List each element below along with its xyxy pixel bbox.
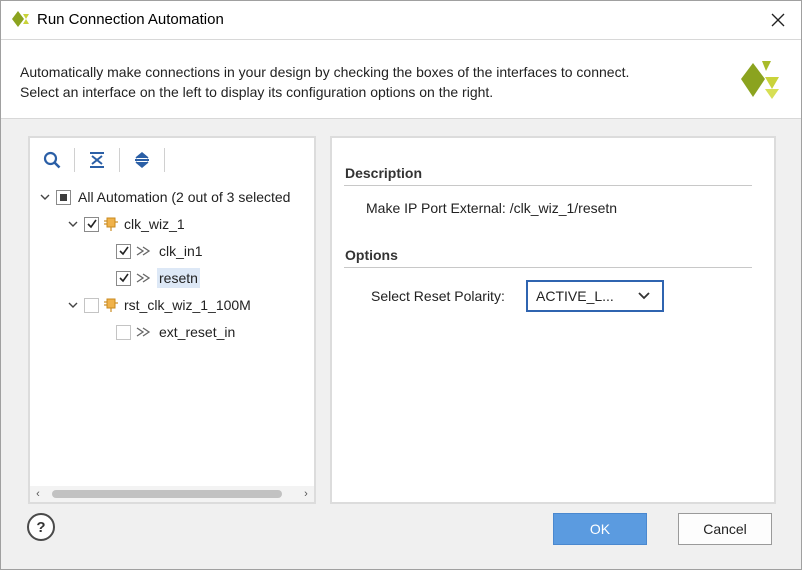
close-icon bbox=[771, 13, 785, 27]
scroll-right-icon[interactable]: › bbox=[298, 486, 314, 502]
clk-wiz-1-label: clk_wiz_1 bbox=[124, 216, 185, 232]
resetn-checkbox[interactable] bbox=[116, 270, 131, 286]
clk-in1-checkbox[interactable] bbox=[116, 243, 131, 259]
description-divider bbox=[344, 185, 752, 186]
xilinx-logo-icon bbox=[12, 11, 29, 27]
tree-item-rst-clk-wiz-1-100m[interactable]: rst_clk_wiz_1_100M bbox=[66, 292, 253, 318]
toolbar-separator bbox=[119, 148, 120, 172]
tree-item-clk-wiz-1[interactable]: clk_wiz_1 bbox=[66, 211, 187, 237]
clk-in1-label: clk_in1 bbox=[159, 243, 203, 259]
rst-clk-wiz-1-100m-label: rst_clk_wiz_1_100M bbox=[124, 297, 251, 313]
toolbar-separator bbox=[164, 148, 165, 172]
port-arrow-icon bbox=[136, 327, 152, 337]
chevron-down-icon[interactable] bbox=[66, 217, 80, 231]
all-automation-checkbox[interactable] bbox=[56, 189, 71, 205]
interface-tree-panel: All Automation (2 out of 3 selected clk_… bbox=[28, 136, 316, 504]
tree-root-row[interactable]: All Automation (2 out of 3 selected bbox=[38, 184, 292, 210]
all-automation-label: All Automation (2 out of 3 selected bbox=[78, 189, 291, 205]
ip-block-icon bbox=[104, 216, 118, 232]
port-arrow-icon bbox=[136, 246, 152, 256]
window-title: Run Connection Automation bbox=[37, 11, 224, 28]
search-icon bbox=[43, 151, 61, 169]
rst-clk-wiz-1-100m-checkbox[interactable] bbox=[84, 297, 99, 313]
search-button[interactable] bbox=[40, 148, 64, 172]
collapse-all-button[interactable] bbox=[85, 148, 109, 172]
chevron-down-icon[interactable] bbox=[38, 190, 52, 204]
horizontal-scrollbar[interactable]: ‹ › bbox=[30, 486, 314, 502]
expand-all-button[interactable] bbox=[130, 148, 154, 172]
ext-reset-in-label: ext_reset_in bbox=[159, 324, 236, 340]
description-text: Make IP Port External: /clk_wiz_1/resetn bbox=[366, 200, 618, 216]
reset-polarity-value: ACTIVE_L... bbox=[536, 288, 614, 304]
scroll-left-icon[interactable]: ‹ bbox=[30, 486, 46, 502]
ext-reset-in-checkbox[interactable] bbox=[116, 324, 131, 340]
reset-polarity-label: Select Reset Polarity: bbox=[371, 288, 505, 304]
run-connection-automation-dialog: Run Connection Automation Automatically … bbox=[0, 0, 802, 570]
close-button[interactable] bbox=[755, 1, 801, 39]
ok-button[interactable]: OK bbox=[553, 513, 647, 545]
instructions-text: Automatically make connections in your d… bbox=[20, 62, 629, 102]
chevron-down-icon bbox=[634, 286, 654, 306]
xilinx-logo-icon bbox=[741, 61, 779, 99]
collapse-all-icon bbox=[90, 152, 104, 168]
tree-item-resetn[interactable]: resetn bbox=[116, 265, 200, 291]
scrollbar-thumb[interactable] bbox=[52, 490, 282, 498]
toolbar-separator bbox=[74, 148, 75, 172]
tree-item-clk-in1[interactable]: clk_in1 bbox=[116, 238, 205, 264]
reset-polarity-select[interactable]: ACTIVE_L... bbox=[526, 280, 664, 312]
title-bar: Run Connection Automation bbox=[1, 1, 801, 39]
options-title: Options bbox=[345, 247, 398, 263]
expand-all-icon bbox=[135, 152, 149, 168]
ip-block-icon bbox=[104, 297, 118, 313]
resetn-label: resetn bbox=[157, 268, 200, 288]
port-arrow-icon bbox=[136, 273, 152, 283]
help-button[interactable]: ? bbox=[27, 513, 55, 541]
instructions-line-2: Select an interface on the left to displ… bbox=[20, 84, 494, 100]
clk-wiz-1-checkbox[interactable] bbox=[84, 216, 99, 232]
tree-item-ext-reset-in[interactable]: ext_reset_in bbox=[116, 319, 237, 345]
instructions-line-1: Automatically make connections in your d… bbox=[20, 64, 630, 80]
cancel-button[interactable]: Cancel bbox=[678, 513, 772, 545]
description-title: Description bbox=[345, 165, 423, 181]
tree-toolbar bbox=[30, 138, 314, 182]
options-divider bbox=[344, 267, 752, 268]
chevron-down-icon[interactable] bbox=[66, 298, 80, 312]
instructions-header: Automatically make connections in your d… bbox=[1, 39, 801, 119]
configuration-panel: Description Make IP Port External: /clk_… bbox=[330, 136, 776, 504]
